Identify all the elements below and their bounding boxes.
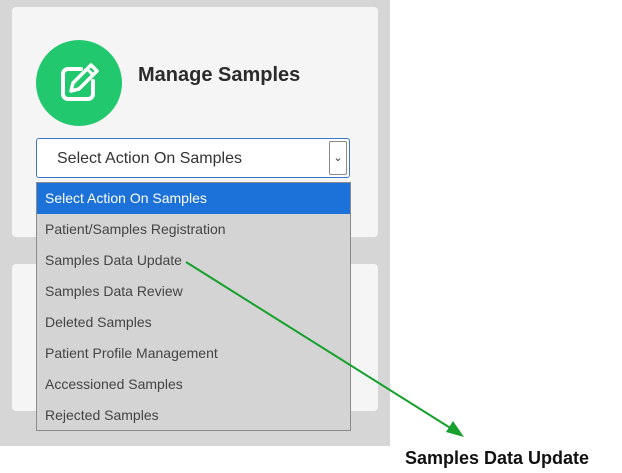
callout-label: Samples Data Update <box>405 448 590 468</box>
callout-arrow-line <box>185 261 453 430</box>
callout-arrowhead <box>446 421 464 437</box>
callout-arrow <box>185 261 464 437</box>
